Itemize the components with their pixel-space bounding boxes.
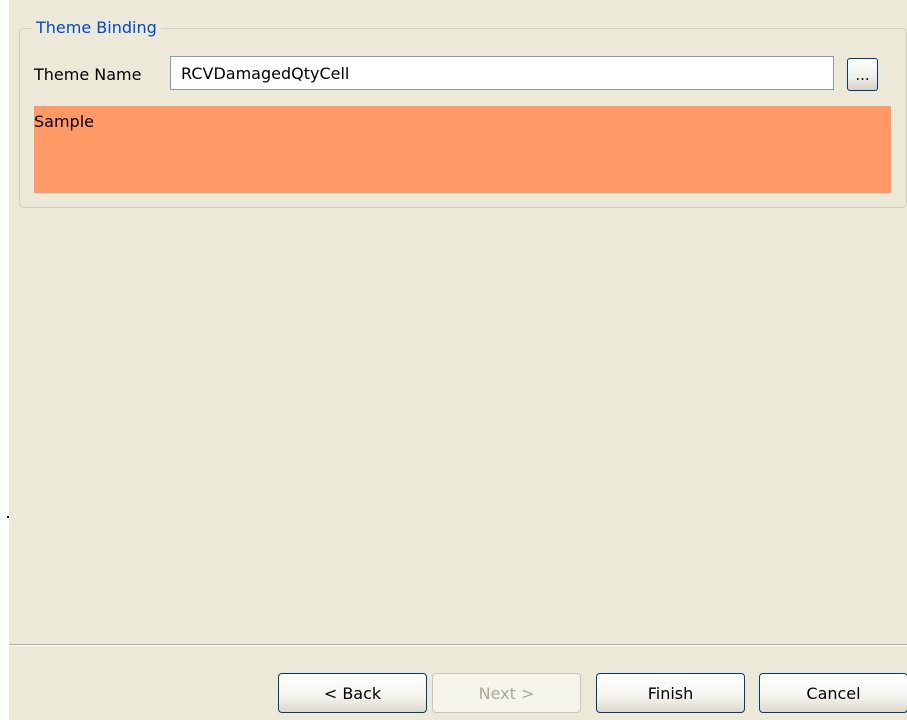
browse-button[interactable]: ...	[847, 58, 878, 91]
cancel-button[interactable]: Cancel	[759, 673, 907, 713]
group-title: Theme Binding	[32, 17, 161, 39]
next-button[interactable]: Next >	[432, 673, 581, 713]
theme-name-input[interactable]	[170, 56, 834, 90]
back-button[interactable]: < Back	[278, 673, 427, 713]
finish-button[interactable]: Finish	[596, 673, 745, 713]
theme-name-label: Theme Name	[34, 65, 142, 84]
sample-text: Sample	[34, 112, 94, 131]
wizard-dialog: Theme Binding Theme Name ... Sample < Ba…	[9, 0, 907, 720]
footer-separator	[9, 644, 907, 646]
sample-preview: Sample	[34, 106, 891, 193]
